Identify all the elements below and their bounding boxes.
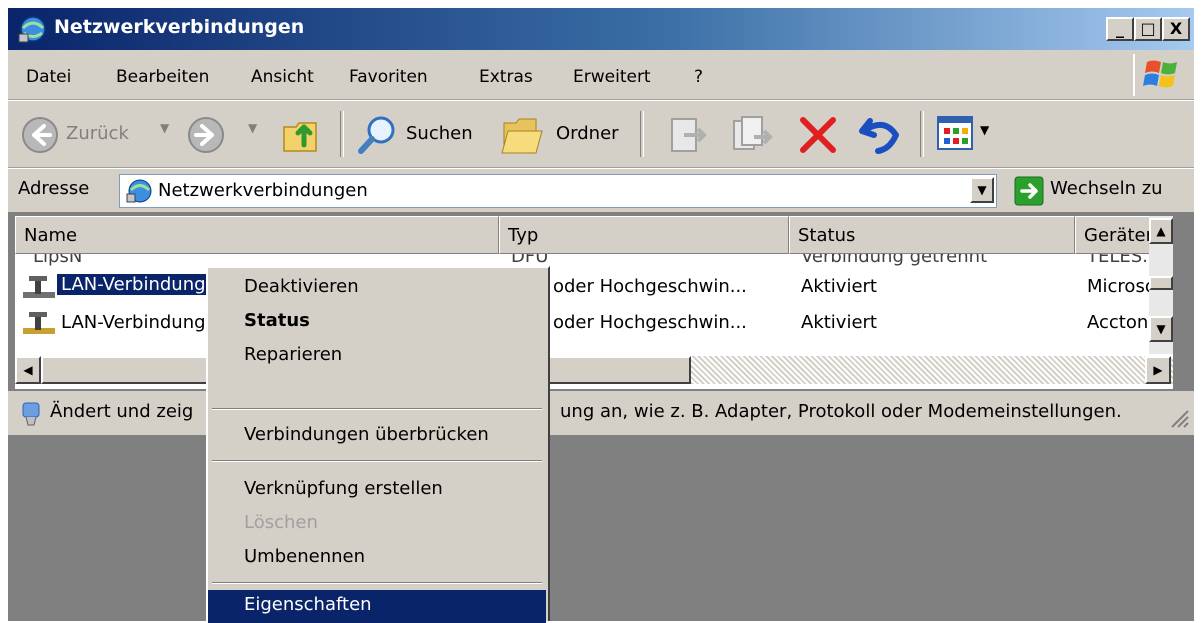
list-item-status: Aktiviert <box>801 276 877 297</box>
menu-item-delete: Löschen <box>244 512 318 533</box>
folders-icon[interactable] <box>498 113 546 157</box>
views-icon[interactable] <box>936 115 976 153</box>
go-button-label[interactable]: Wechseln zu <box>1050 178 1163 199</box>
toolbar-separator <box>920 111 924 157</box>
close-button[interactable]: X <box>1162 17 1190 41</box>
menu-item-deactivate[interactable]: Deaktivieren <box>208 272 546 306</box>
title-bar[interactable]: Netzwerkverbindungen _ □ X <box>8 8 1194 50</box>
scroll-thumb[interactable] <box>1149 276 1173 290</box>
move-to-icon[interactable] <box>668 113 708 157</box>
toolbar: Zurück ▼ ▼ Suchen Ordner ▼ <box>8 100 1194 168</box>
status-text: Ändert und zeig <box>50 401 194 422</box>
column-header-type[interactable]: Typ <box>499 216 789 254</box>
vertical-scrollbar[interactable]: ▲ ▼ <box>1149 216 1173 354</box>
list-item-status: Aktiviert <box>801 312 877 333</box>
address-dropdown-icon[interactable]: ▼ <box>970 177 994 203</box>
delete-icon[interactable] <box>796 113 840 157</box>
menu-item-repair[interactable]: Reparieren <box>208 340 546 374</box>
forward-dropdown-icon[interactable]: ▼ <box>248 121 257 135</box>
address-value: Netzwerkverbindungen <box>158 180 368 201</box>
back-button-label[interactable]: Zurück <box>66 123 129 144</box>
horizontal-scrollbar[interactable]: ◀ ▶ <box>15 356 1173 384</box>
scroll-up-icon[interactable]: ▲ <box>1149 218 1173 244</box>
menu-item-status[interactable]: Status <box>208 306 546 340</box>
toolbar-separator <box>640 111 644 157</box>
menu-erweitert[interactable]: Erweitert <box>573 67 651 87</box>
menu-help[interactable]: ? <box>694 67 703 87</box>
list-item-name[interactable]: LAN-Verbindung <box>61 312 206 333</box>
search-button-label[interactable]: Suchen <box>406 123 473 144</box>
table-row[interactable]: LAN-Verbindung LAN oder Hochgeschwin... … <box>15 306 1165 340</box>
address-input[interactable]: Netzwerkverbindungen ▼ <box>119 174 997 208</box>
resize-grip-icon[interactable] <box>1168 407 1190 429</box>
back-arrow-icon[interactable] <box>20 115 60 155</box>
menu-bearbeiten[interactable]: Bearbeiten <box>116 67 209 87</box>
scroll-right-icon[interactable]: ▶ <box>1145 356 1171 384</box>
address-label: Adresse <box>18 178 90 199</box>
menu-separator <box>212 582 542 584</box>
maximize-button[interactable]: □ <box>1134 17 1162 41</box>
menu-item-create-shortcut[interactable]: Verknüpfung erstellen <box>208 474 546 508</box>
undo-icon[interactable] <box>856 113 904 157</box>
context-menu: Deaktivieren Status Reparieren Verbindun… <box>206 266 550 623</box>
menu-bar: Datei Bearbeiten Ansicht Favoriten Extra… <box>8 50 1194 100</box>
back-dropdown-icon[interactable]: ▼ <box>160 121 169 135</box>
forward-arrow-icon[interactable] <box>186 115 226 155</box>
search-icon[interactable] <box>356 113 400 157</box>
scroll-left-icon[interactable]: ◀ <box>15 356 41 384</box>
minimize-button[interactable]: _ <box>1106 17 1134 41</box>
lan-connection-icon <box>23 312 55 334</box>
status-info-icon <box>22 402 40 426</box>
window-title: Netzwerkverbindungen <box>54 16 305 38</box>
views-dropdown-icon[interactable]: ▼ <box>980 123 989 137</box>
menu-item-rename[interactable]: Umbenennen <box>208 542 546 576</box>
menu-item-bridge[interactable]: Verbindungen überbrücken <box>208 420 546 454</box>
menu-separator <box>212 460 542 462</box>
connections-list: LipsN DFÜ Verbindung getrennt TELES.S Na… <box>14 215 1174 390</box>
menu-item-properties[interactable]: Eigenschaften <box>208 590 546 623</box>
network-connections-icon <box>126 179 152 203</box>
scroll-down-icon[interactable]: ▼ <box>1149 316 1173 342</box>
list-item-name[interactable]: LAN-Verbindung 3 <box>57 274 227 295</box>
folders-button-label[interactable]: Ordner <box>556 123 619 144</box>
menu-extras[interactable]: Extras <box>479 67 533 87</box>
windows-logo-icon <box>1133 54 1189 96</box>
table-row[interactable]: LAN-Verbindung 3 LAN oder Hochgeschwin..… <box>15 270 1165 304</box>
menu-datei[interactable]: Datei <box>26 67 71 87</box>
empty-area <box>8 435 1194 621</box>
status-text: ung an, wie z. B. Adapter, Protokoll ode… <box>560 401 1122 422</box>
menu-ansicht[interactable]: Ansicht <box>251 67 314 87</box>
network-connections-icon <box>18 16 46 43</box>
column-header-name[interactable]: Name <box>15 216 499 254</box>
go-arrow-icon[interactable] <box>1014 176 1044 206</box>
lan-connection-icon <box>23 276 55 298</box>
column-header-status[interactable]: Status <box>789 216 1075 254</box>
menu-favoriten[interactable]: Favoriten <box>349 67 428 87</box>
address-bar: Adresse Netzwerkverbindungen ▼ Wechseln … <box>8 168 1194 212</box>
menu-separator <box>212 408 542 410</box>
folder-up-icon[interactable] <box>280 111 326 157</box>
copy-to-icon[interactable] <box>730 113 774 157</box>
status-bar: Ändert und zeig ung an, wie z. B. Adapte… <box>8 390 1194 435</box>
toolbar-separator <box>340 111 344 157</box>
